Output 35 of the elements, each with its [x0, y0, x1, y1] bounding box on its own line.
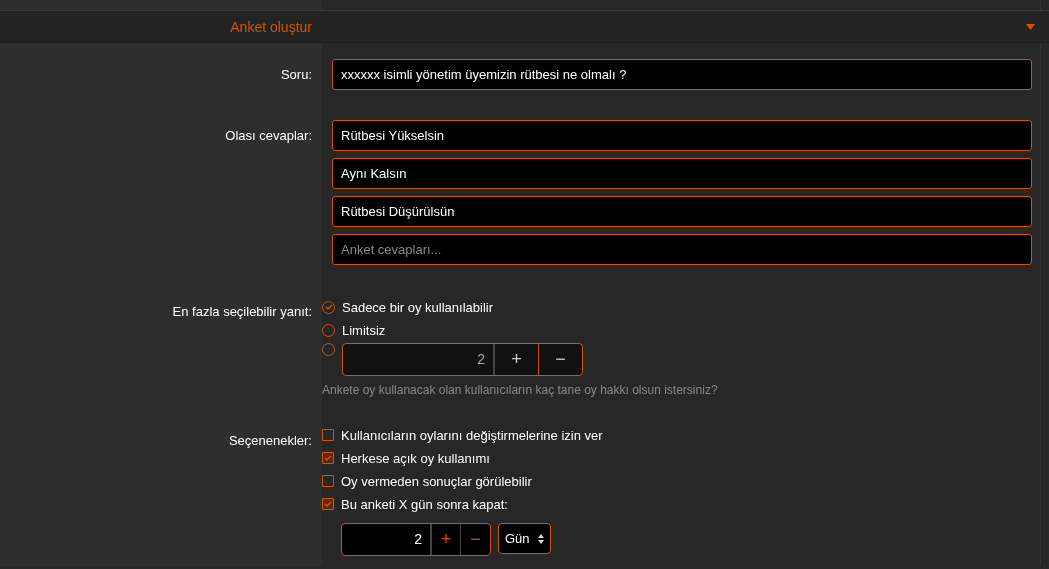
plus-button[interactable]: +	[431, 524, 460, 555]
option-label: Limitsiz	[342, 322, 386, 338]
option-label: Oy vermeden sonuçlar görülebilir	[341, 473, 532, 489]
input-field[interactable]: Anket cevapları...	[332, 234, 1032, 265]
input-field[interactable]: xxxxxx isimli yönetim üyemizin rütbesi ne olmalı ?	[332, 59, 1032, 90]
number-value: 2	[342, 524, 431, 555]
option-label: Sadece bir oy kullanılabilir	[342, 299, 494, 315]
unit-select[interactable]: Gün	[498, 523, 551, 554]
number-value: 2	[343, 344, 494, 375]
field-label: Seçenenekler:	[228, 433, 312, 448]
field-label: Soru:	[280, 67, 312, 82]
number-spinner[interactable]: 2 + −	[341, 523, 491, 556]
option-label: Kullanıcıların oylarını değiştirmelerine izin ver	[341, 427, 603, 443]
field-label: Olası cevaplar:	[225, 128, 312, 143]
input-field[interactable]: Rütbesi Düşürülsün	[332, 196, 1032, 227]
option-label: Herkese açık oy kullanımı	[341, 450, 490, 466]
field-label: En fazla seçilebilir yanıt:	[172, 304, 312, 319]
number-spinner[interactable]: 2 + −	[342, 343, 583, 376]
input-field[interactable]: Rütbesi Yükselsin	[332, 120, 1032, 151]
input-field[interactable]: Aynı Kalsın	[332, 158, 1032, 189]
check-icon	[324, 500, 332, 508]
checkbox[interactable]	[322, 452, 334, 464]
check-icon	[324, 303, 333, 311]
checkbox[interactable]	[322, 429, 334, 441]
sort-icon	[537, 533, 544, 544]
checkbox[interactable]	[322, 475, 334, 487]
section-title[interactable]: Anket oluştur	[0, 18, 322, 35]
checkbox[interactable]	[322, 498, 334, 510]
hint-text: Ankete oy kullanacak olan kullanıcıların kaç tane oy hakkı olsun istersiniz?	[322, 383, 719, 397]
option-label: Bu anketi X gün sonra kapat:	[341, 496, 508, 512]
plus-button[interactable]: +	[494, 344, 538, 375]
minus-button[interactable]: −	[460, 524, 490, 555]
caret-icon[interactable]	[1026, 23, 1035, 30]
check-icon	[324, 454, 332, 462]
minus-button[interactable]: −	[538, 344, 582, 375]
